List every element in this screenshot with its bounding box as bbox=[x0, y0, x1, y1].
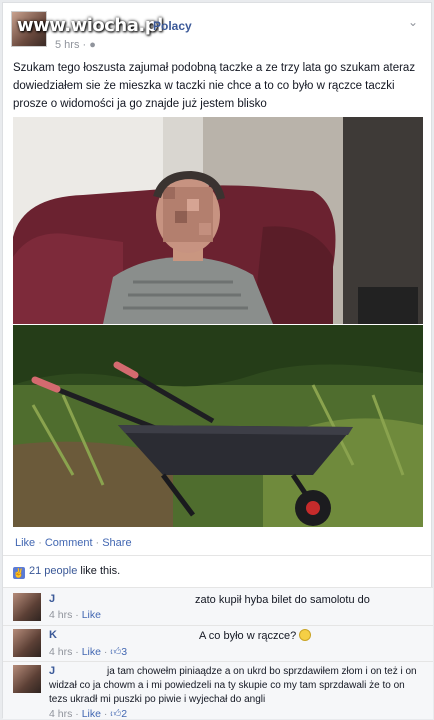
comment-link[interactable]: Comment bbox=[45, 537, 93, 549]
commenter-name[interactable]: J bbox=[49, 593, 55, 605]
divider bbox=[3, 587, 433, 588]
comment-time[interactable]: 4 hrs bbox=[49, 646, 72, 658]
comment-item: J ja tam chowełm piniaądze a on ukrd bo … bbox=[13, 665, 423, 720]
comment-text: ja tam chowełm piniaądze a on ukrd bo sp… bbox=[49, 666, 417, 705]
smiley-emoji-icon bbox=[299, 629, 312, 641]
thumbs-up-icon: ✌ bbox=[13, 567, 25, 579]
author-name[interactable]: Polacy bbox=[153, 19, 192, 33]
comment-like-link[interactable]: Like bbox=[82, 708, 101, 720]
likes-count-link[interactable]: 21 people bbox=[29, 565, 77, 577]
photo-man-illustration bbox=[13, 117, 423, 324]
likes-summary: ✌ 21 people like this. bbox=[13, 565, 120, 579]
comment-like-link[interactable]: Like bbox=[82, 609, 101, 621]
comment-item: K A co było w rączce? 4 hrs · Like · 👍︎3 bbox=[13, 629, 423, 659]
thumbs-up-outline-icon: 👍︎ bbox=[110, 708, 122, 720]
comment-text: A co było w rączce? bbox=[199, 629, 312, 644]
commenter-avatar[interactable] bbox=[13, 629, 41, 657]
post-text: Szukam tego łoszusta zajumał podobną tac… bbox=[13, 62, 416, 110]
comment-like-link[interactable]: Like bbox=[82, 646, 101, 658]
commenter-name[interactable]: K bbox=[49, 629, 57, 641]
share-link[interactable]: Share bbox=[102, 537, 131, 549]
comment-meta: 4 hrs · Like · 👍︎3 bbox=[49, 645, 128, 658]
post-timestamp[interactable]: 5 hrs · ● bbox=[55, 39, 96, 51]
divider bbox=[3, 661, 433, 662]
divider bbox=[3, 555, 431, 556]
commenter-avatar[interactable] bbox=[13, 665, 41, 693]
like-link[interactable]: Like bbox=[15, 537, 35, 549]
post-actions: Like · Comment · Share bbox=[15, 537, 132, 549]
globe-icon: ● bbox=[89, 39, 96, 51]
photo-wheelbarrow-illustration bbox=[13, 325, 423, 527]
post-photo-man-in-armchair[interactable] bbox=[13, 117, 423, 324]
comment-likes-count[interactable]: 👍︎2 bbox=[110, 707, 127, 720]
post-photo-wheelbarrow[interactable] bbox=[13, 325, 423, 527]
divider bbox=[3, 625, 433, 626]
watermark-logo: www.wiocha.pl bbox=[17, 15, 163, 36]
comments-section: J zato kupił hyba bilet do samolotu do 4… bbox=[3, 587, 433, 720]
likes-suffix: like this. bbox=[80, 565, 121, 577]
thumbs-up-outline-icon: 👍︎ bbox=[110, 646, 122, 658]
commenter-avatar[interactable] bbox=[13, 593, 41, 621]
comment-meta: 4 hrs · Like · 👍︎2 bbox=[49, 707, 128, 720]
comment-item: J zato kupił hyba bilet do samolotu do 4… bbox=[13, 593, 423, 623]
post-header: www.wiocha.pl Polacy 5 hrs · ● ⌄ bbox=[11, 11, 423, 55]
comment-meta: 4 hrs · Like bbox=[49, 609, 101, 621]
comment-time[interactable]: 4 hrs bbox=[49, 708, 72, 720]
chevron-down-icon[interactable]: ⌄ bbox=[405, 15, 421, 31]
comment-likes-count[interactable]: 👍︎3 bbox=[110, 645, 127, 658]
comment-text: zato kupił hyba bilet do samolotu do bbox=[195, 594, 370, 606]
facebook-post: www.wiocha.pl Polacy 5 hrs · ● ⌄ Szukam … bbox=[2, 2, 433, 720]
comment-time[interactable]: 4 hrs bbox=[49, 609, 72, 621]
